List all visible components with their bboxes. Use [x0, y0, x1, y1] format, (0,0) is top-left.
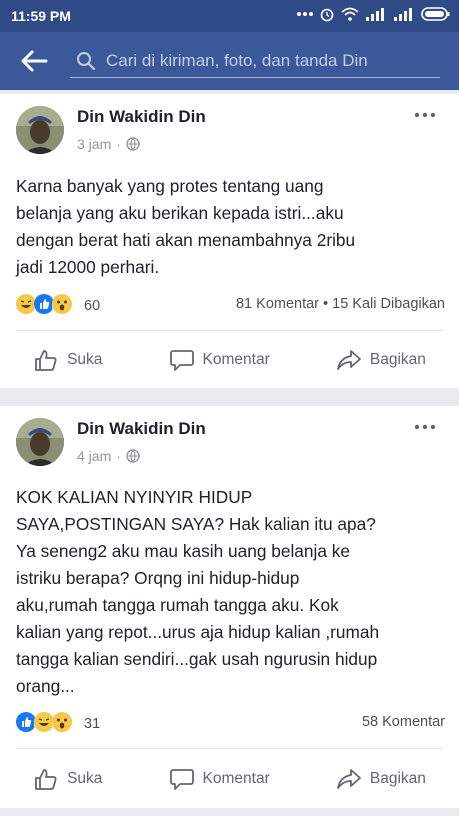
- post-text: KOK KALIAN NYINYIR HIDUP SAYA,POSTINGAN …: [16, 487, 380, 696]
- reactions-summary[interactable]: 31: [16, 712, 100, 736]
- share-button[interactable]: Bagikan: [336, 767, 426, 791]
- reaction-count: 60: [84, 298, 101, 314]
- post-author[interactable]: Din Wakidin Din: [77, 107, 206, 127]
- thumbs-up-icon: [35, 350, 57, 371]
- divider: [16, 748, 443, 749]
- alarm-icon: [320, 8, 334, 22]
- post-stats[interactable]: 81 Komentar • 15 Kali Dibagikan: [236, 296, 445, 312]
- reaction-count: 31: [84, 716, 101, 732]
- divider: [16, 330, 443, 331]
- like-button[interactable]: Suka: [33, 348, 102, 372]
- post-time[interactable]: 4 jam: [77, 448, 111, 464]
- post-meta: 4 jam ·: [77, 448, 140, 464]
- wifi-icon: [341, 7, 359, 21]
- post-stats[interactable]: 58 Komentar: [362, 714, 445, 730]
- search-field[interactable]: [70, 45, 440, 78]
- comment-label: Komentar: [202, 770, 270, 787]
- like-label: Suka: [67, 770, 103, 787]
- notification-dots-icon: [297, 12, 313, 16]
- search-input[interactable]: [106, 49, 436, 73]
- more-options-icon[interactable]: [413, 110, 437, 120]
- post-author[interactable]: Din Wakidin Din: [77, 419, 206, 439]
- wow-reaction-icon: [52, 712, 76, 736]
- comment-label: Komentar: [202, 351, 270, 368]
- reactions-summary[interactable]: 60: [16, 294, 100, 318]
- share-label: Bagikan: [369, 351, 426, 368]
- share-icon: [336, 350, 361, 370]
- meta-separator: ·: [116, 136, 121, 152]
- battery-icon: [421, 7, 450, 21]
- meta-separator: ·: [116, 448, 121, 464]
- signal-icon: [366, 8, 384, 21]
- share-button[interactable]: Bagikan: [336, 348, 426, 372]
- share-label: Bagikan: [369, 770, 426, 787]
- like-button[interactable]: Suka: [33, 767, 102, 791]
- post-text: Karna banyak yang protes tentang uang be…: [16, 176, 356, 277]
- wow-reaction-icon: [52, 294, 76, 318]
- comment-button[interactable]: Komentar: [169, 348, 270, 372]
- signal-icon-2: [394, 8, 412, 21]
- back-arrow-icon[interactable]: [20, 49, 48, 73]
- status-bar: 11:59 PM: [0, 0, 459, 32]
- avatar[interactable]: [16, 106, 64, 154]
- action-bar: Suka Komentar Bagikan: [0, 756, 459, 802]
- status-time: 11:59 PM: [11, 8, 71, 24]
- thumbs-up-icon: [35, 769, 57, 790]
- share-icon: [336, 769, 361, 789]
- globe-icon: [126, 449, 140, 463]
- like-label: Suka: [67, 351, 103, 368]
- post-card: Din Wakidin Din 4 jam · KOK KALIAN NYINY…: [0, 406, 459, 808]
- post-time[interactable]: 3 jam: [77, 136, 111, 152]
- comment-icon: [169, 769, 194, 790]
- comment-button[interactable]: Komentar: [169, 767, 270, 791]
- post-meta: 3 jam ·: [77, 136, 140, 152]
- avatar[interactable]: [16, 418, 64, 466]
- action-bar: Suka Komentar Bagikan: [0, 337, 459, 383]
- more-options-icon[interactable]: [413, 422, 437, 432]
- search-header: [0, 32, 459, 90]
- globe-icon: [126, 137, 140, 151]
- status-icons: [297, 6, 451, 22]
- post-card: Din Wakidin Din 3 jam · Karna banyak yan…: [0, 94, 459, 388]
- comment-icon: [169, 350, 194, 371]
- search-icon: [77, 52, 96, 71]
